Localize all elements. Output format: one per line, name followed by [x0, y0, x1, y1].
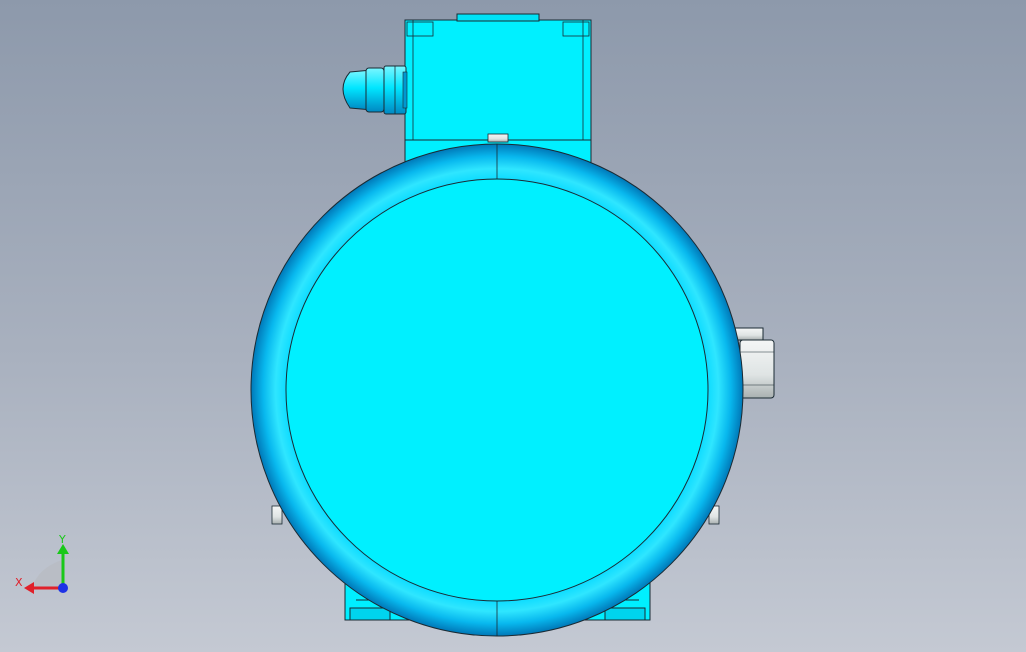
cad-graphics-viewport[interactable]: Y X [0, 0, 1026, 652]
coordinate-triad-icon: Y X [15, 533, 69, 594]
cable-gland [342, 65, 408, 115]
z-axis-dot [58, 583, 68, 593]
end-cover [250, 143, 744, 637]
terminal-box [404, 13, 592, 166]
motor-model-front-view[interactable] [0, 0, 1026, 652]
x-axis-label: X [15, 576, 23, 589]
y-axis-label: Y [58, 533, 66, 546]
